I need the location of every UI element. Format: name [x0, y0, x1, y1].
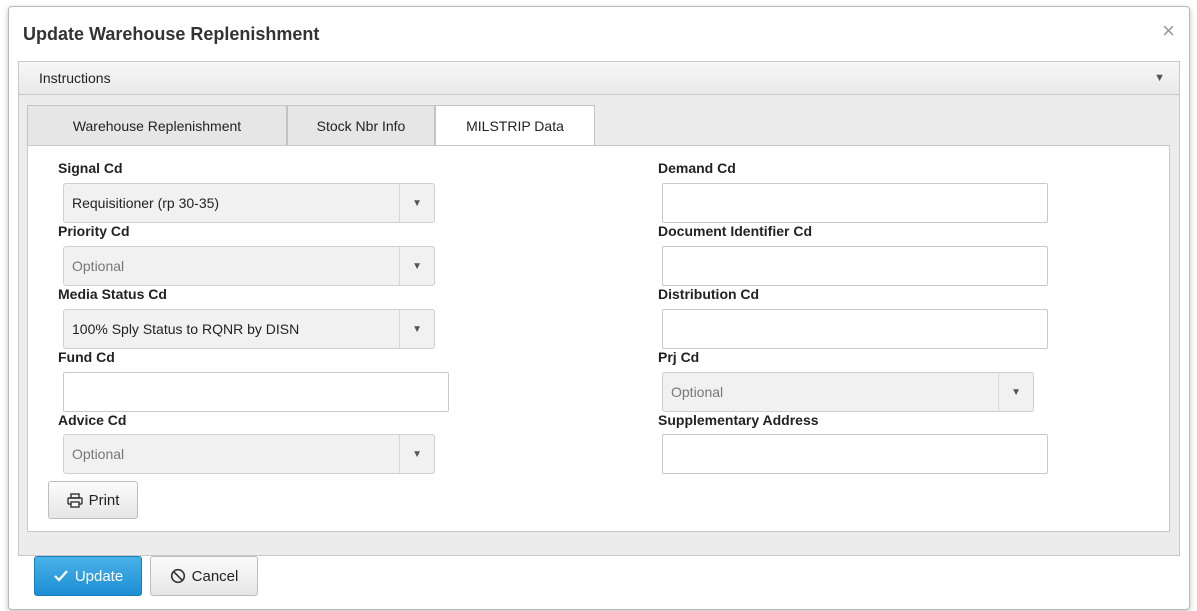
signal-cd-select[interactable]: Requisitioner (rp 30-35) ▼ [63, 183, 435, 223]
ban-icon [170, 568, 186, 584]
check-icon [53, 569, 69, 583]
media-status-cd-select[interactable]: 100% Sply Status to RQNR by DISN ▼ [63, 309, 435, 349]
distribution-cd-input[interactable] [662, 309, 1048, 349]
cancel-button[interactable]: Cancel [150, 556, 258, 596]
supplementary-address-label: Supplementary Address [658, 412, 819, 428]
select-divider [399, 435, 400, 473]
chevron-down-icon: ▼ [412, 198, 422, 209]
demand-cd-input[interactable] [662, 183, 1048, 223]
priority-cd-label: Priority Cd [58, 223, 130, 239]
close-icon[interactable]: × [1162, 20, 1175, 42]
dialog-title: Update Warehouse Replenishment [23, 24, 320, 44]
update-label: Update [74, 567, 124, 585]
fund-cd-input[interactable] [63, 372, 449, 412]
cancel-label: Cancel [191, 567, 239, 585]
distribution-cd-label: Distribution Cd [658, 286, 760, 302]
tab-stock-nbr-info[interactable]: Stock Nbr Info [287, 105, 435, 145]
select-divider [399, 184, 400, 222]
dialog-header: Update Warehouse Replenishment × [9, 7, 1189, 62]
prj-cd-placeholder: Optional [671, 384, 724, 400]
select-divider [998, 373, 999, 411]
signal-cd-value: Requisitioner (rp 30-35) [72, 195, 220, 211]
tab-warehouse-replenishment[interactable]: Warehouse Replenishment [27, 105, 287, 145]
priority-cd-placeholder: Optional [72, 258, 125, 274]
print-label: Print [88, 491, 120, 509]
chevron-down-icon: ▼ [1011, 387, 1021, 398]
update-dialog: Update Warehouse Replenishment × Instruc… [8, 6, 1190, 610]
supplementary-address-input[interactable] [662, 434, 1048, 474]
priority-cd-select[interactable]: Optional ▼ [63, 246, 435, 286]
select-divider [399, 310, 400, 348]
prj-cd-select[interactable]: Optional ▼ [662, 372, 1034, 412]
instructions-label: Instructions [39, 70, 111, 86]
chevron-down-icon: ▼ [412, 261, 422, 272]
demand-cd-label: Demand Cd [658, 160, 736, 176]
chevron-down-icon: ▼ [412, 324, 422, 335]
signal-cd-label: Signal Cd [58, 160, 123, 176]
select-divider [399, 247, 400, 285]
chevron-down-icon[interactable]: ▼ [1154, 72, 1165, 84]
fund-cd-label: Fund Cd [58, 349, 115, 365]
advice-cd-label: Advice Cd [58, 412, 127, 428]
tab-container: Warehouse Replenishment Stock Nbr Info M… [18, 95, 1180, 556]
chevron-down-icon: ▼ [412, 449, 422, 460]
printer-icon [66, 492, 83, 508]
update-button[interactable]: Update [34, 556, 142, 596]
advice-cd-select[interactable]: Optional ▼ [63, 434, 435, 474]
prj-cd-label: Prj Cd [658, 349, 700, 365]
tab-milstrip-data[interactable]: MILSTRIP Data [435, 105, 595, 146]
milstrip-panel: Signal Cd Requisitioner (rp 30-35) ▼ Pri… [27, 145, 1170, 532]
media-status-cd-value: 100% Sply Status to RQNR by DISN [72, 321, 300, 337]
instructions-panel[interactable]: Instructions ▼ [18, 61, 1180, 95]
advice-cd-placeholder: Optional [72, 446, 125, 462]
print-button[interactable]: Print [48, 481, 138, 519]
document-identifier-cd-label: Document Identifier Cd [658, 223, 813, 239]
document-identifier-cd-input[interactable] [662, 246, 1048, 286]
media-status-cd-label: Media Status Cd [58, 286, 167, 302]
